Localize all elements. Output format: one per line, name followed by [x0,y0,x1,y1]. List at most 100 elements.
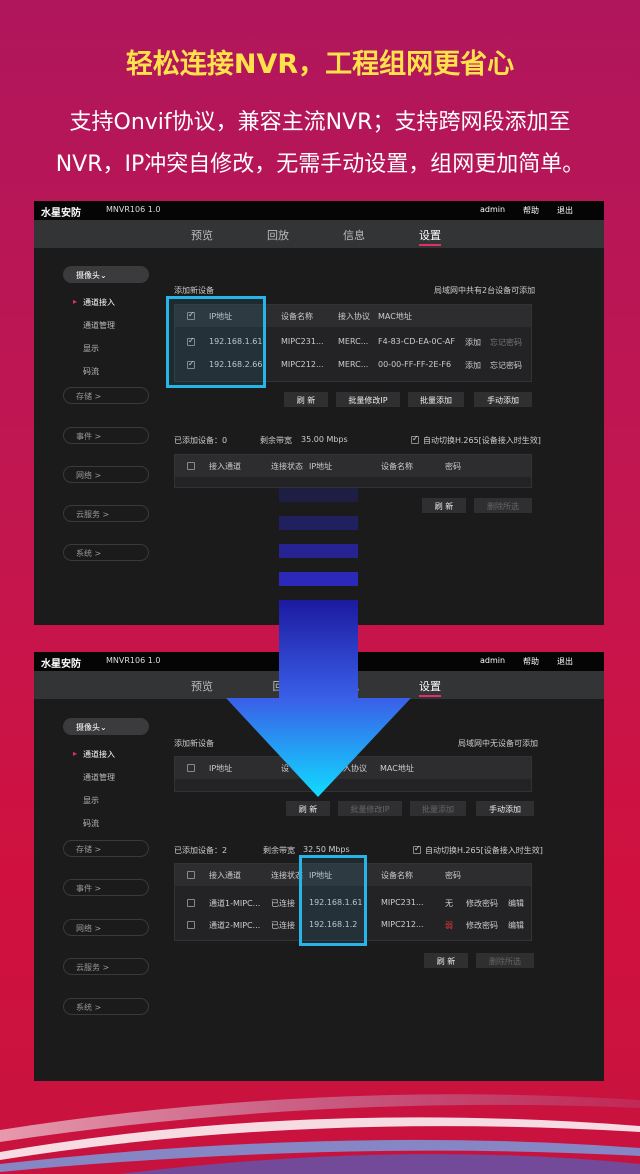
sidebar-cloud[interactable]: 云服务 > [63,958,149,975]
sidebar-item-channel-access[interactable]: 通道接入 [73,749,115,760]
tab-playback[interactable]: 回放 [248,227,308,243]
sidebar-camera-label: 摄像头 [76,723,100,732]
brand-logo: 水星安防 [41,659,81,670]
auto-h265-label: 自动切换H.265[设备接入时生效] [425,846,543,855]
sidebar-system[interactable]: 系统 > [63,998,149,1015]
add-device-table: IP地址 设 入协议 MAC地址 [174,756,532,792]
row-checkbox[interactable] [187,921,195,929]
row-checkbox[interactable] [187,899,195,907]
batch-modify-ip-button[interactable]: 批量修改IP [336,392,400,407]
sidebar-network[interactable]: 网络 > [63,466,149,483]
change-password-link[interactable]: 修改密码 [466,920,498,931]
sidebar-storage[interactable]: 存储 > [63,840,149,857]
col-protocol: 接入协议 [338,312,370,321]
sidebar-system[interactable]: 系统 > [63,544,149,561]
ip-column-highlight [166,296,266,388]
forgot-password-link[interactable]: 忘记密码 [490,360,522,371]
admin-link[interactable]: admin [480,205,505,214]
top-bar: 水星安防 MNVR106 1.0 admin 帮助 退出 [34,652,604,671]
nvr-screen-after: 水星安防 MNVR106 1.0 admin 帮助 退出 预览 回 息 设置 摄… [34,652,604,1081]
forgot-password-link[interactable]: 忘记密码 [490,337,522,348]
tab-preview[interactable]: 预览 [172,227,232,243]
row-status: 已连接 [271,899,295,908]
admin-link[interactable]: admin [480,656,505,665]
row-status: 已连接 [271,921,295,930]
added-count: 已添加设备：0 [174,436,228,445]
main-nav: 预览 回放 信息 设置 [34,220,604,248]
tab-info[interactable]: 息 [324,678,384,694]
select-all-checkbox[interactable] [187,871,195,879]
main-nav: 预览 回 息 设置 [34,671,604,699]
delete-selected-button[interactable]: 删除所选 [476,953,534,968]
row-password-weak: 弱 [445,921,453,930]
manual-add-button[interactable]: 手动添加 [474,392,532,407]
sidebar-camera[interactable]: 摄像头⌄ [63,266,149,283]
sidebar-item-channel-manage[interactable]: 通道管理 [83,320,115,331]
sidebar-item-channel-manage[interactable]: 通道管理 [83,772,115,783]
add-device-title: 添加新设备 [174,739,214,748]
batch-add-button[interactable]: 批量添加 [410,801,466,816]
row-device-name: MIPC231... [281,337,324,346]
logout-link[interactable]: 退出 [557,205,573,216]
row-device-name: MIPC212... [281,360,324,369]
subline-2: NVR，IP冲突自修改，无需手动设置，组网更加简单。 [55,152,585,177]
add-device-note: 局域网中共有2台设备可添加 [434,286,536,295]
tab-settings[interactable]: 设置 [400,678,460,697]
col-device-name: 设 [281,764,289,773]
sidebar-network[interactable]: 网络 > [63,919,149,936]
sidebar-item-stream[interactable]: 码流 [83,818,99,829]
col-mac: MAC地址 [378,312,412,321]
top-bar: 水星安防 MNVR106 1.0 admin 帮助 退出 [34,201,604,220]
auto-h265-checkbox[interactable] [411,434,419,444]
delete-selected-button[interactable]: 删除所选 [474,498,532,513]
row-channel: 通道1-MIPC... [209,899,261,908]
sidebar-item-stream[interactable]: 码流 [83,366,99,377]
col-password: 密码 [445,462,461,471]
help-link[interactable]: 帮助 [523,205,539,216]
manual-add-button[interactable]: 手动添加 [476,801,534,816]
row-mac: F4-83-CD-EA-0C-AF [378,337,455,346]
tab-settings[interactable]: 设置 [400,227,460,246]
select-all-checkbox[interactable] [187,462,195,470]
add-link[interactable]: 添加 [465,360,481,371]
auto-h265-label: 自动切换H.265[设备接入时生效] [423,436,541,445]
col-password: 密码 [445,871,461,880]
sidebar-event[interactable]: 事件 > [63,879,149,896]
refresh-button[interactable]: 刷 新 [424,953,468,968]
sidebar-storage[interactable]: 存储 > [63,387,149,404]
batch-add-button[interactable]: 批量添加 [408,392,464,407]
refresh-button[interactable]: 刷 新 [284,392,328,407]
tab-preview[interactable]: 预览 [172,678,232,694]
row-mac: 00-00-FF-FF-2E-F6 [378,360,452,369]
select-all-checkbox[interactable] [187,764,195,772]
change-password-link[interactable]: 修改密码 [466,898,498,909]
tab-playback[interactable]: 回 [248,678,308,694]
row-password: 无 [445,899,453,908]
add-device-title: 添加新设备 [174,286,214,295]
sidebar-event[interactable]: 事件 > [63,427,149,444]
chevron-down-icon: ⌄ [100,271,107,280]
sidebar-camera[interactable]: 摄像头⌄ [63,718,149,735]
tab-info[interactable]: 信息 [324,227,384,243]
sidebar-item-channel-access[interactable]: 通道接入 [73,297,115,308]
auto-h265-checkbox[interactable] [413,844,421,854]
bandwidth-label: 剩余带宽 [263,846,295,855]
add-link[interactable]: 添加 [465,337,481,348]
edit-link[interactable]: 编辑 [508,920,524,931]
help-link[interactable]: 帮助 [523,656,539,667]
sidebar-cloud[interactable]: 云服务 > [63,505,149,522]
sidebar-item-display[interactable]: 显示 [83,343,99,354]
row-protocol: MERC... [338,337,369,346]
logout-link[interactable]: 退出 [557,656,573,667]
added-device-table: 接入通道 连接状态 IP地址 设备名称 密码 [174,454,532,488]
refresh-button[interactable]: 刷 新 [286,801,330,816]
refresh-button[interactable]: 刷 新 [422,498,466,513]
batch-modify-ip-button[interactable]: 批量修改IP [338,801,402,816]
row-device-name: MIPC212... [381,920,424,929]
edit-link[interactable]: 编辑 [508,898,524,909]
sidebar-item-display[interactable]: 显示 [83,795,99,806]
col-device-name: 设备名称 [381,871,413,880]
col-channel: 接入通道 [209,871,241,880]
col-device-name: 设备名称 [381,462,413,471]
model-label: MNVR106 1.0 [106,205,161,214]
